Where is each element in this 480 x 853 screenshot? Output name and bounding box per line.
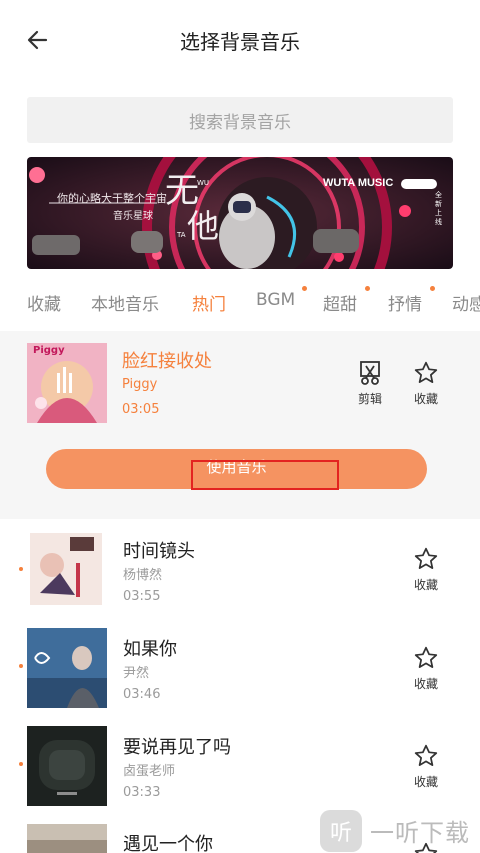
favorite-label: 收藏	[413, 775, 438, 789]
promo-banner[interactable]: 你的心略大于整个宇宙 音乐星球 无 他 WU TA WUTA MUSIC 全新上…	[27, 157, 453, 269]
selected-song-title: 脸红接收处	[122, 351, 212, 372]
star-icon	[414, 361, 438, 383]
song-title: 要说再见了吗	[123, 737, 231, 758]
category-tabs: 收藏 本地音乐 热门 BGM 超甜 抒情 动感	[0, 284, 480, 320]
song-duration: 03:46	[123, 687, 161, 702]
row-indicator-dot	[19, 567, 23, 571]
star-icon	[414, 646, 438, 668]
album-cover	[27, 628, 107, 708]
tab-bgm-new-dot	[302, 286, 307, 291]
banner-big-text-2: 他	[187, 207, 220, 245]
album-cover	[30, 533, 102, 605]
tab-hot[interactable]: 热门	[192, 290, 226, 315]
tab-bgm[interactable]: BGM	[256, 290, 295, 310]
favorite-button[interactable]: 收藏	[413, 546, 439, 593]
banner-artwork	[27, 157, 453, 269]
favorite-label: 收藏	[413, 677, 438, 691]
banner-vertical-text: 全新上线	[435, 191, 442, 226]
song-duration: 03:55	[123, 589, 161, 604]
banner-logo-pill	[401, 179, 437, 189]
album-cover-text: Piggy	[33, 345, 65, 356]
banner-logo: WUTA MUSIC	[323, 177, 394, 189]
favorite-label: 收藏	[413, 578, 438, 592]
favorite-button[interactable]: 收藏	[413, 645, 439, 692]
page-title: 选择背景音乐	[180, 30, 300, 54]
song-duration: 03:33	[123, 785, 161, 800]
highlight-frame	[191, 460, 339, 490]
scissors-icon	[360, 361, 380, 385]
album-cover: Piggy	[27, 343, 107, 423]
tab-lyrical[interactable]: 抒情	[388, 290, 422, 315]
banner-tag-wu: WU	[197, 179, 210, 187]
album-cover-art	[27, 824, 107, 853]
watermark-text: 一听下载	[370, 819, 470, 847]
tab-sweet-new-dot	[365, 286, 370, 291]
favorite-button[interactable]: 收藏	[413, 360, 439, 407]
watermark-logo-icon: 听	[320, 809, 362, 852]
selected-song-duration: 03:05	[122, 402, 160, 417]
row-indicator-dot	[19, 664, 23, 668]
tab-dynamic[interactable]: 动感	[452, 290, 480, 315]
album-cover-art	[27, 628, 107, 708]
song-artist: 尹然	[123, 666, 150, 681]
edit-button[interactable]: 剪辑	[358, 360, 382, 407]
banner-subtitle: 音乐星球	[113, 211, 153, 222]
favorite-button[interactable]: 收藏	[413, 743, 439, 790]
tab-lyrical-new-dot	[430, 286, 435, 291]
search-input[interactable]: 搜索背景音乐	[27, 97, 453, 143]
edit-label: 剪辑	[358, 392, 383, 406]
song-title: 时间镜头	[123, 541, 195, 562]
row-indicator-dot	[19, 762, 23, 766]
header: 选择背景音乐	[0, 0, 480, 80]
album-cover	[27, 824, 107, 853]
song-artist: 卤蛋老师	[123, 764, 176, 779]
watermark-logo-text: 听	[329, 820, 352, 846]
banner-slogan: 你的心略大于整个宇宙	[57, 192, 167, 205]
tab-sweet[interactable]: 超甜	[323, 290, 357, 315]
album-cover-art	[27, 726, 107, 806]
star-icon	[414, 744, 438, 766]
song-title: 如果你	[123, 639, 177, 660]
star-icon	[414, 547, 438, 569]
watermark: 听 一听下载	[320, 808, 480, 853]
tab-favorites[interactable]: 收藏	[27, 290, 61, 315]
favorite-label: 收藏	[413, 392, 438, 406]
album-cover-art	[30, 533, 102, 605]
song-title: 遇见一个你	[123, 834, 213, 853]
tab-local-music[interactable]: 本地音乐	[91, 290, 159, 315]
album-cover	[27, 726, 107, 806]
banner-tag-ta: TA	[177, 231, 186, 239]
song-artist: 杨博然	[123, 568, 163, 583]
selected-song-artist: Piggy	[122, 377, 158, 392]
